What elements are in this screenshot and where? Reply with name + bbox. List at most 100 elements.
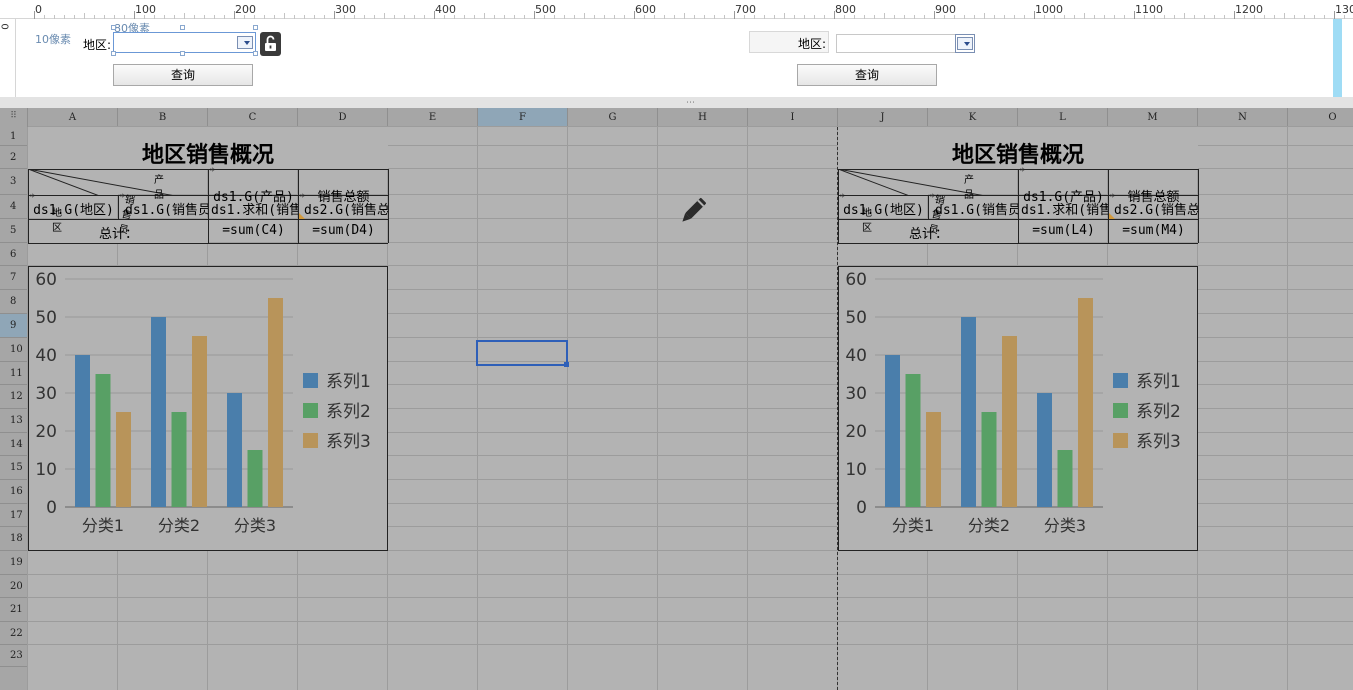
row-header-20[interactable]: 20	[0, 575, 28, 598]
bar-系列2-分类3	[247, 450, 263, 507]
divider-grip-icon[interactable]: ⋯	[686, 98, 696, 108]
bar-系列3-分类2	[192, 336, 207, 507]
unlock-icon[interactable]	[260, 32, 281, 56]
ruler-label: 900	[935, 3, 956, 16]
row-header: 1 2 3 4 5 6 7 8 9 10 11 12 13 14 15 16 17 18 19 20 21 22 23	[0, 127, 28, 690]
column-header-J[interactable]: J	[838, 108, 928, 127]
y-tick-label: 60	[845, 270, 867, 290]
row-header-1[interactable]: 1	[0, 127, 28, 146]
pencil-icon[interactable]	[676, 194, 710, 228]
column-header-F[interactable]: F	[478, 108, 568, 127]
region-combo-right[interactable]	[836, 34, 956, 53]
salesperson-group-cell: ds1.G(销售员)	[125, 203, 208, 218]
row-header-13[interactable]: 13	[0, 409, 28, 433]
selected-cell-F9[interactable]	[476, 340, 569, 367]
resize-handle[interactable]	[111, 25, 116, 30]
resize-handle[interactable]	[253, 25, 258, 30]
x-tick-label: 分类2	[158, 516, 200, 535]
sum-sales-cell: ds1.求和(销售额)	[1021, 203, 1108, 218]
table-border-bottom	[28, 243, 388, 244]
diag-product-label: 产品	[964, 175, 974, 201]
row-header-15[interactable]: 15	[0, 456, 28, 480]
column-header-L[interactable]: L	[1018, 108, 1108, 127]
region-label-left: 地区:	[83, 38, 112, 52]
left-ruler: 0	[0, 19, 16, 97]
bar-系列1-分类3	[227, 393, 242, 507]
row-header-4[interactable]: 4	[0, 195, 28, 219]
ruler-label: 0	[35, 3, 42, 16]
legend-label: 系列1	[1136, 372, 1181, 392]
column-header-N[interactable]: N	[1198, 108, 1288, 127]
resize-handle[interactable]	[180, 25, 185, 30]
diagonal-line	[28, 169, 173, 195]
column-header-D[interactable]: D	[298, 108, 388, 127]
y-tick-label: 30	[845, 384, 867, 404]
row-header-16[interactable]: 16	[0, 480, 28, 504]
resize-handle[interactable]	[111, 51, 116, 56]
row-header-18[interactable]: 18	[0, 527, 28, 551]
expand-marker: *	[120, 193, 125, 203]
row-header-8[interactable]: 8	[0, 290, 28, 314]
expand-marker: *	[30, 193, 35, 203]
row-header-12[interactable]: 12	[0, 385, 28, 409]
column-header-B[interactable]: B	[118, 108, 208, 127]
row-header-17[interactable]: 17	[0, 504, 28, 527]
pane-selection-bar	[1333, 19, 1342, 97]
bar-系列2-分类1	[95, 374, 111, 507]
dropdown-button-right[interactable]	[955, 34, 975, 53]
dropdown-arrow-icon[interactable]	[957, 37, 973, 50]
y-tick-label: 10	[845, 460, 867, 480]
bar-系列2-分类2	[981, 412, 997, 507]
column-header-C[interactable]: C	[208, 108, 298, 127]
column-header-E[interactable]: E	[388, 108, 478, 127]
row-header-22[interactable]: 22	[0, 622, 28, 645]
row-header-21[interactable]: 21	[0, 598, 28, 622]
bar-系列1-分类3	[1037, 393, 1052, 507]
resize-handle[interactable]	[253, 51, 258, 56]
column-header-K[interactable]: K	[928, 108, 1018, 127]
row-header-14[interactable]: 14	[0, 433, 28, 456]
expand-marker: *	[1110, 193, 1115, 203]
column-header-H[interactable]: H	[658, 108, 748, 127]
pane-divider[interactable]: ⋯	[0, 97, 1353, 108]
row-header-2[interactable]: 2	[0, 146, 28, 169]
column-header: ⠿ ABCDEFGHIJKLMNO	[0, 108, 1353, 127]
row-header-3[interactable]: 3	[0, 169, 28, 195]
legend-label: 系列3	[1136, 432, 1181, 452]
row-header-10[interactable]: 10	[0, 338, 28, 362]
y-tick-label: 0	[46, 498, 57, 518]
resize-handle[interactable]	[180, 51, 185, 56]
select-all-corner[interactable]: ⠿	[0, 108, 28, 127]
column-header-M[interactable]: M	[1108, 108, 1198, 127]
ruler-label: 300	[335, 3, 356, 16]
column-header-I[interactable]: I	[748, 108, 838, 127]
bar-系列2-分类2	[171, 412, 187, 507]
sum-formula-cell: =sum(M4)	[1122, 223, 1185, 238]
row-header-11[interactable]: 11	[0, 362, 28, 385]
column-header-G[interactable]: G	[568, 108, 658, 127]
legend-label: 系列2	[326, 402, 371, 422]
legend-swatch	[303, 373, 318, 388]
y-tick-label: 0	[856, 498, 867, 518]
row-header-6[interactable]: 6	[0, 243, 28, 266]
margin-hint-left: 10像素	[35, 33, 71, 46]
column-header-O[interactable]: O	[1288, 108, 1353, 127]
ruler-label: 1000	[1035, 3, 1063, 16]
query-button-left[interactable]: 查询	[113, 64, 253, 86]
ds2-total-cell: ds2.G(销售总额)	[1114, 203, 1198, 218]
row-header-23[interactable]: 23	[0, 645, 28, 667]
spreadsheet-grid[interactable]: ⠿ ABCDEFGHIJKLMNO 1 2 3 4 5 6 7 8 9 10 11 12 13 14 15 1…	[0, 108, 1353, 690]
ruler-label: 600	[635, 3, 656, 16]
row-header-7[interactable]: 7	[0, 266, 28, 290]
row-header-19[interactable]: 19	[0, 551, 28, 575]
row-header-9[interactable]: 9	[0, 314, 28, 338]
dropdown-arrow-icon[interactable]	[237, 36, 253, 49]
x-tick-label: 分类3	[1044, 516, 1086, 535]
query-button-right[interactable]: 查询	[797, 64, 937, 86]
row-header-5[interactable]: 5	[0, 219, 28, 243]
legend-swatch	[1113, 433, 1128, 448]
bar-系列2-分类3	[1057, 450, 1073, 507]
region-combo-left[interactable]	[113, 32, 256, 53]
expand-marker: *	[300, 193, 305, 203]
column-header-A[interactable]: A	[28, 108, 118, 127]
